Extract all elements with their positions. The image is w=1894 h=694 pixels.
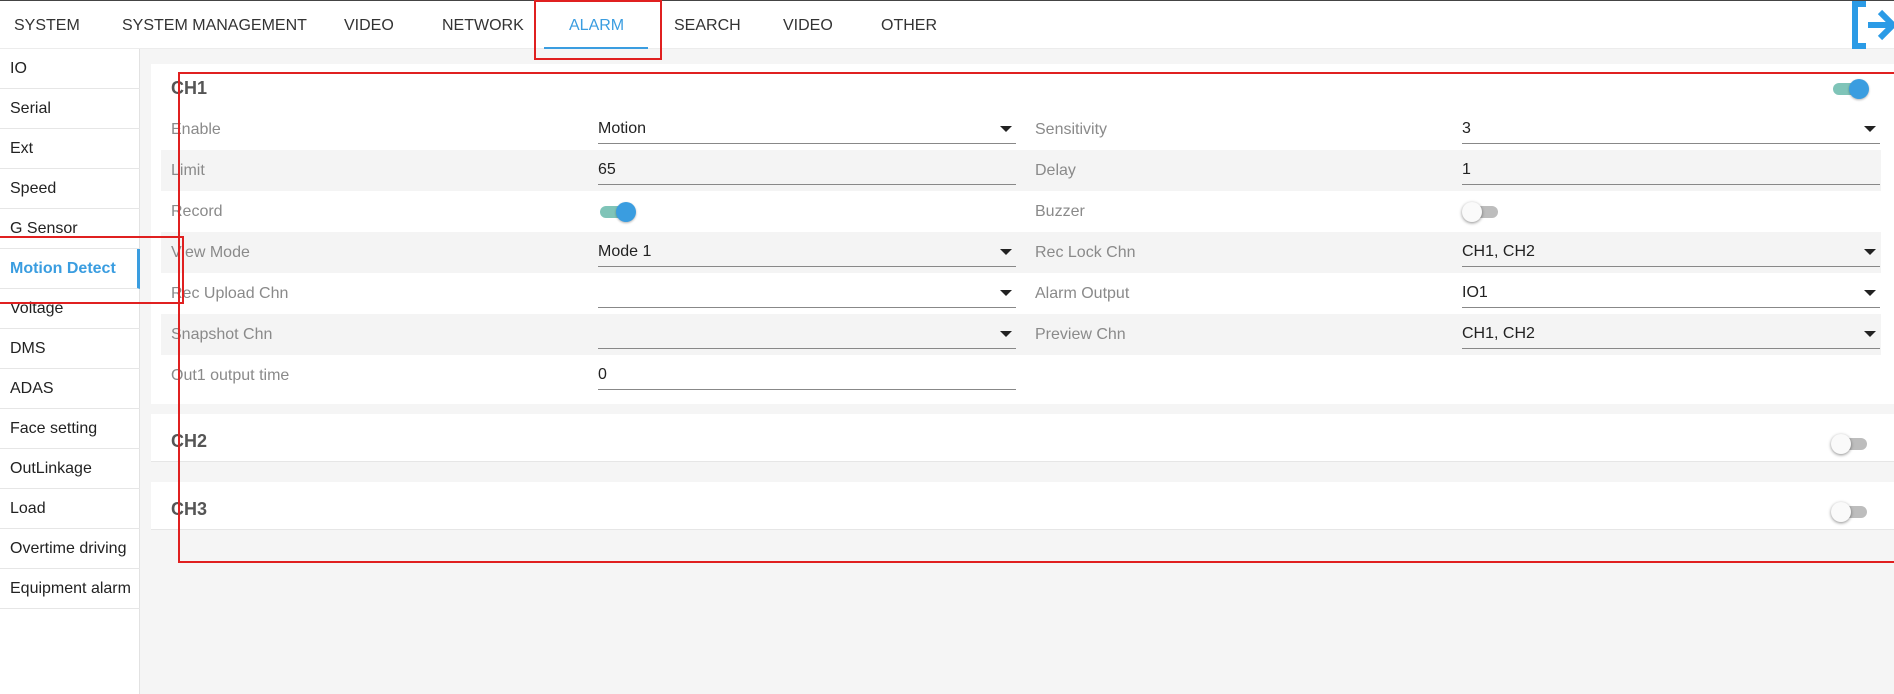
sidebar-item-adas[interactable]: ADAS — [0, 369, 140, 409]
sidebar-item-ext[interactable]: Ext — [0, 129, 140, 169]
out1-value: 0 — [598, 366, 607, 383]
rec-lock-select[interactable]: CH1, CH2 — [1462, 232, 1880, 267]
out1-input[interactable]: 0 — [598, 355, 1016, 390]
buzzer-label: Buzzer — [1035, 203, 1085, 220]
alarm-output-value: IO1 — [1462, 284, 1488, 301]
sidebar-item-serial[interactable]: Serial — [0, 89, 140, 129]
sensitivity-select[interactable]: 3 — [1462, 109, 1880, 144]
settings-row: Limit 65 Delay 1 — [161, 150, 1881, 191]
ch1-panel: CH1 Enable Motion Sensitivity 3 Limit 65… — [151, 64, 1894, 404]
tab-system[interactable]: SYSTEM — [14, 1, 80, 50]
top-navigation: SYSTEM SYSTEM MANAGEMENT VIDEO NETWORK A… — [0, 0, 1894, 49]
logout-icon — [1852, 1, 1894, 49]
sidebar-item-motion-detect[interactable]: Motion Detect — [0, 249, 140, 289]
ch3-panel: CH3 — [151, 482, 1894, 530]
record-toggle[interactable] — [598, 200, 638, 224]
chevron-down-icon — [1864, 249, 1876, 255]
limit-label: Limit — [171, 162, 205, 179]
sidebar-item-g-sensor[interactable]: G Sensor — [0, 209, 140, 249]
ch2-enable-toggle[interactable] — [1831, 432, 1871, 456]
chevron-down-icon — [1000, 331, 1012, 337]
limit-value: 65 — [598, 161, 616, 178]
out1-label: Out1 output time — [171, 367, 290, 384]
sidebar-item-outlinkage[interactable]: OutLinkage — [0, 449, 140, 489]
view-mode-select[interactable]: Mode 1 — [598, 232, 1016, 267]
chevron-down-icon — [1864, 331, 1876, 337]
view-mode-value: Mode 1 — [598, 243, 652, 260]
sidebar: IO Serial Ext Speed G Sensor Motion Dete… — [0, 49, 140, 694]
tab-system-management[interactable]: SYSTEM MANAGEMENT — [122, 1, 307, 50]
chevron-down-icon — [1000, 126, 1012, 132]
sidebar-item-overtime-driving[interactable]: Overtime driving — [0, 529, 140, 569]
tab-video[interactable]: VIDEO — [344, 1, 394, 50]
tab-alarm[interactable]: ALARM — [543, 1, 649, 50]
ch3-title: CH3 — [171, 499, 208, 519]
preview-value: CH1, CH2 — [1462, 325, 1535, 342]
rec-lock-value: CH1, CH2 — [1462, 243, 1535, 260]
ch2-panel: CH2 — [151, 414, 1894, 462]
delay-label: Delay — [1035, 162, 1076, 179]
chevron-down-icon — [1000, 290, 1012, 296]
enable-select[interactable]: Motion — [598, 109, 1016, 144]
ch3-enable-toggle[interactable] — [1831, 500, 1871, 524]
rec-upload-select[interactable] — [598, 273, 1016, 308]
ch1-enable-toggle[interactable] — [1831, 77, 1871, 101]
limit-input[interactable]: 65 — [598, 150, 1016, 185]
sidebar-item-face-setting[interactable]: Face setting — [0, 409, 140, 449]
preview-select[interactable]: CH1, CH2 — [1462, 314, 1880, 349]
sidebar-item-dms[interactable]: DMS — [0, 329, 140, 369]
toggle-knob — [1831, 502, 1851, 522]
preview-label: Preview Chn — [1035, 326, 1126, 343]
snapshot-label: Snapshot Chn — [171, 326, 273, 343]
alarm-output-select[interactable]: IO1 — [1462, 273, 1880, 308]
sensitivity-label: Sensitivity — [1035, 121, 1108, 138]
sidebar-item-voltage[interactable]: Voltage — [0, 289, 140, 329]
logout-button[interactable] — [1852, 1, 1894, 49]
settings-row: Snapshot Chn Preview Chn CH1, CH2 — [161, 314, 1881, 355]
enable-label: Enable — [171, 121, 221, 138]
sensitivity-value: 3 — [1462, 120, 1471, 137]
tab-video-2[interactable]: VIDEO — [783, 1, 833, 50]
alarm-output-label: Alarm Output — [1035, 285, 1130, 302]
ch1-title: CH1 — [171, 78, 208, 98]
toggle-knob — [1831, 434, 1851, 454]
enable-value: Motion — [598, 120, 647, 137]
tab-network[interactable]: NETWORK — [442, 1, 524, 50]
snapshot-select[interactable] — [598, 314, 1016, 349]
ch2-title: CH2 — [171, 431, 208, 451]
sidebar-item-load[interactable]: Load — [0, 489, 140, 529]
settings-row: Enable Motion Sensitivity 3 — [161, 109, 1881, 150]
tab-search[interactable]: SEARCH — [674, 1, 741, 50]
toggle-knob — [1462, 202, 1482, 222]
settings-row: View Mode Mode 1 Rec Lock Chn CH1, CH2 — [161, 232, 1881, 273]
tab-other[interactable]: OTHER — [881, 1, 937, 50]
chevron-down-icon — [1864, 290, 1876, 296]
chevron-down-icon — [1000, 249, 1012, 255]
rec-upload-label: Rec Upload Chn — [171, 285, 289, 302]
view-mode-label: View Mode — [171, 244, 250, 261]
toggle-knob — [616, 202, 636, 222]
settings-row: Record Buzzer — [161, 191, 1881, 232]
rec-lock-label: Rec Lock Chn — [1035, 244, 1136, 261]
delay-input[interactable]: 1 — [1462, 150, 1880, 185]
sidebar-item-equipment-alarm[interactable]: Equipment alarm — [0, 569, 140, 609]
settings-row: Rec Upload Chn Alarm Output IO1 — [161, 273, 1881, 314]
toggle-knob — [1849, 79, 1869, 99]
sidebar-item-speed[interactable]: Speed — [0, 169, 140, 209]
chevron-down-icon — [1864, 126, 1876, 132]
record-label: Record — [171, 203, 223, 220]
delay-value: 1 — [1462, 161, 1471, 178]
sidebar-item-io[interactable]: IO — [0, 49, 140, 89]
settings-row: Out1 output time 0 — [161, 355, 1881, 396]
buzzer-toggle[interactable] — [1462, 200, 1502, 224]
